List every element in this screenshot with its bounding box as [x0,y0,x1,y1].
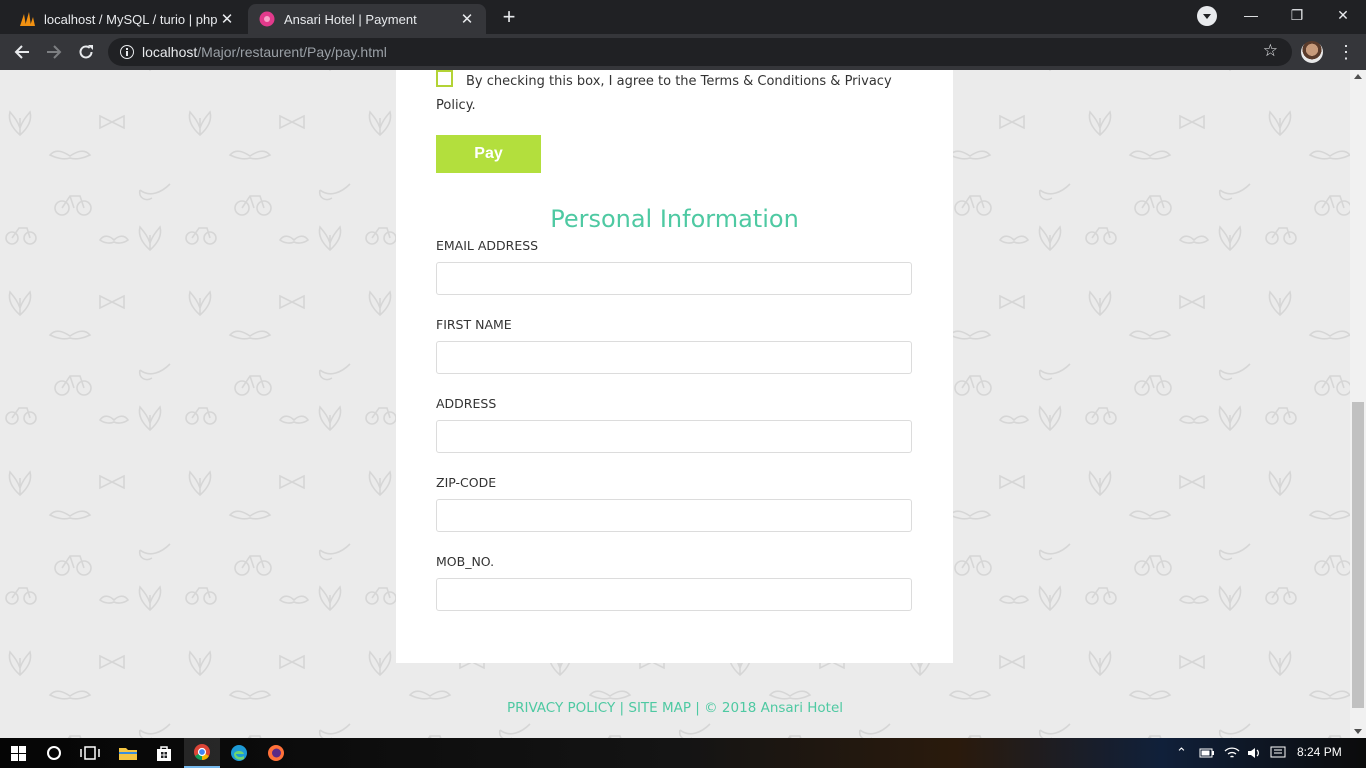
first-name-field[interactable] [436,341,912,374]
firefox-icon[interactable] [258,738,294,768]
terms-label: By checking this box, I agree to the Ter… [436,74,892,113]
phpmyadmin-icon [18,10,36,28]
payment-form-card: By checking this box, I agree to the Ter… [396,70,953,663]
wifi-icon[interactable] [1224,738,1240,768]
zip-code-field[interactable] [436,499,912,532]
scroll-down-arrow-icon[interactable] [1354,729,1362,734]
tab-search-icon[interactable] [1197,6,1217,26]
start-icon[interactable] [0,738,36,768]
file-explorer-icon[interactable] [110,738,146,768]
store-icon[interactable] [146,738,182,768]
reload-icon[interactable] [74,40,98,64]
page-scrollbar[interactable] [1350,70,1366,738]
battery-icon[interactable] [1199,738,1215,768]
chevron-up-icon[interactable]: ⌃ [1176,738,1187,768]
mobile-label: MOB_NO. [436,554,495,569]
zip-code-label: ZIP-CODE [436,475,497,490]
url-text[interactable]: localhost/Major/restaurent/Pay/pay.html [142,44,387,60]
site-favicon-icon [258,10,276,28]
email-label: EMAIL ADDRESS [436,238,539,253]
back-arrow-icon[interactable] [10,40,34,64]
tab-payment[interactable]: Ansari Hotel | Payment ✕ [248,4,486,34]
profile-avatar[interactable] [1301,41,1323,63]
menu-kebab-icon[interactable]: ⋮ [1337,40,1355,64]
scroll-thumb[interactable] [1352,402,1364,708]
restore-icon[interactable]: ❐ [1274,0,1320,30]
scroll-up-arrow-icon[interactable] [1354,74,1362,79]
address-bar[interactable]: localhost/Major/restaurent/Pay/pay.html … [108,38,1292,66]
tab-strip: localhost / MySQL / turio | phpMyAdmin ✕… [0,0,1366,34]
tab-title: localhost / MySQL / turio | phpMyAdmin [44,11,218,27]
volume-icon[interactable] [1246,738,1262,768]
close-window-icon[interactable]: ✕ [1320,0,1366,30]
search-icon[interactable] [36,738,72,768]
browser-toolbar: localhost/Major/restaurent/Pay/pay.html … [0,34,1366,70]
section-title: Personal Information [550,205,799,233]
chrome-icon[interactable] [184,738,220,768]
minimize-icon[interactable]: — [1228,0,1274,30]
edge-icon[interactable] [221,738,257,768]
first-name-label: FIRST NAME [436,317,512,332]
site-info-icon[interactable] [120,45,134,59]
pay-button[interactable]: Pay [436,135,541,173]
notification-icon[interactable] [1270,738,1286,768]
close-tab-icon[interactable]: ✕ [458,10,476,28]
footer-links[interactable]: PRIVACY POLICY | SITE MAP | © 2018 Ansar… [0,700,1350,716]
bookmark-star-icon[interactable]: ☆ [1263,41,1278,61]
address-field[interactable] [436,420,912,453]
email-field[interactable] [436,262,912,295]
taskbar-clock[interactable]: 8:24 PM [1297,738,1342,768]
address-label: ADDRESS [436,396,497,411]
page-viewport: By checking this box, I agree to the Ter… [0,70,1350,738]
close-tab-icon[interactable]: ✕ [218,10,236,28]
tab-phpmyadmin[interactable]: localhost / MySQL / turio | phpMyAdmin ✕ [8,4,246,34]
windows-taskbar: ⌃ 8:24 PM [0,738,1366,768]
forward-arrow-icon[interactable] [42,40,66,64]
mobile-field[interactable] [436,578,912,611]
tab-title: Ansari Hotel | Payment [284,11,417,27]
task-view-icon[interactable] [72,738,108,768]
new-tab-button[interactable]: + [498,6,520,28]
